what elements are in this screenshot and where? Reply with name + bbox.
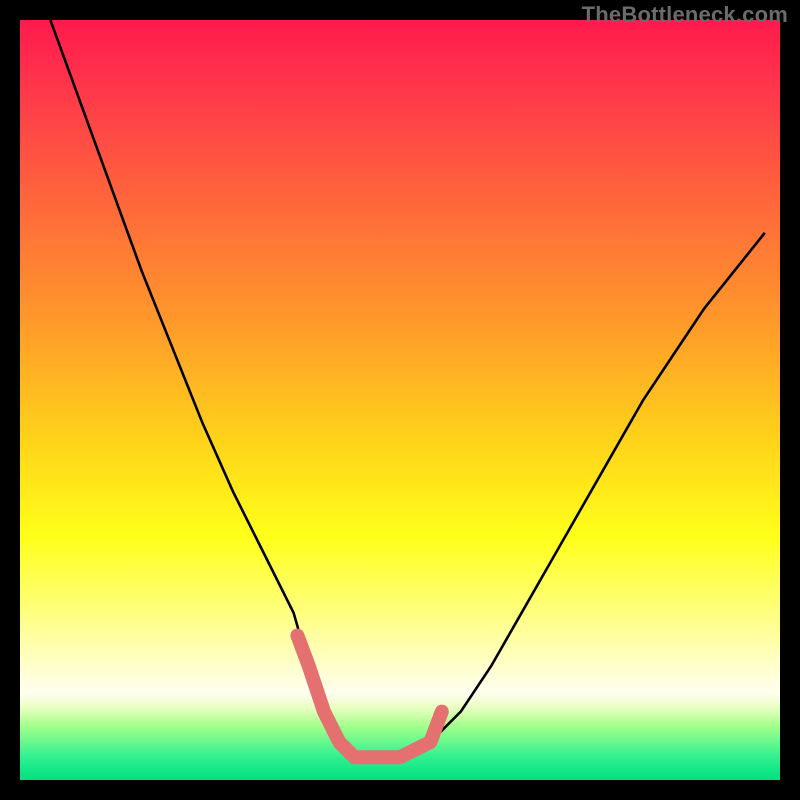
bottleneck-chart bbox=[20, 20, 780, 780]
watermark-text: TheBottleneck.com bbox=[582, 2, 788, 28]
chart-frame: TheBottleneck.com bbox=[0, 0, 800, 800]
chart-background bbox=[20, 20, 780, 780]
